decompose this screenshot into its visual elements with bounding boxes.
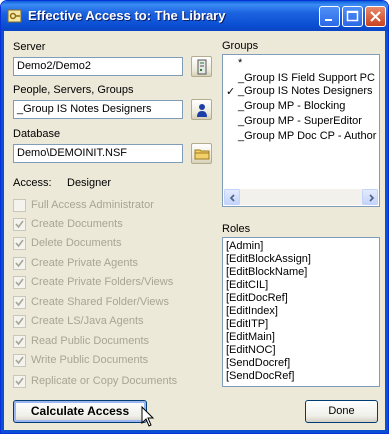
check-icon (15, 337, 24, 346)
roles-label: Roles (222, 223, 251, 235)
calculate-access-button[interactable]: Calculate Access (13, 400, 147, 423)
group-item[interactable]: _Group IS Field Support PC (238, 72, 375, 84)
check-icon (15, 377, 24, 386)
privilege-label: Create Private Folders/Views (31, 276, 174, 288)
maximize-icon (346, 10, 359, 22)
role-item[interactable]: [EditIndex] (226, 305, 278, 317)
folder-icon (194, 149, 210, 160)
privilege-label: Create Private Agents (31, 257, 139, 269)
role-item[interactable]: [EditBlockAssign] (226, 253, 311, 265)
checkbox-checked (13, 276, 26, 289)
maximize-button[interactable] (342, 6, 363, 27)
group-item[interactable]: _Group IS Notes Designers (238, 85, 373, 97)
privilege-label: Read Public Documents (31, 335, 150, 347)
effective-access-window: Effective Access to: The Library Server … (0, 0, 389, 434)
checkbox-checked (13, 218, 26, 231)
groups-label: Groups (222, 40, 259, 52)
checkbox-checked (13, 375, 26, 388)
window-title: Effective Access to: The Library (28, 8, 226, 23)
role-item[interactable]: [Admin] (226, 240, 263, 252)
database-label: Database (13, 128, 61, 140)
checkbox (13, 199, 26, 212)
close-icon (370, 11, 381, 22)
groups-listbox[interactable]: * _Group IS Field Support PC ✓ _Group IS… (222, 54, 380, 207)
person-icon (197, 104, 207, 117)
title-bar[interactable]: Effective Access to: The Library (1, 1, 388, 31)
chevron-left-icon (229, 194, 235, 202)
privilege-label: Create LS/Java Agents (31, 315, 144, 327)
group-checkmark-icon: ✓ (226, 86, 236, 98)
role-item[interactable]: [EditITP] (226, 318, 268, 330)
scroll-left-button[interactable] (224, 189, 240, 205)
checkbox-checked (13, 257, 26, 270)
check-icon (15, 317, 24, 326)
role-item[interactable]: [SendDocRef] (226, 370, 294, 382)
check-icon (15, 298, 24, 307)
roles-listbox[interactable]: [Admin] [EditBlockAssign] [EditBlockName… (222, 237, 380, 387)
minimize-button[interactable] (319, 6, 340, 27)
server-field[interactable]: Demo2/Demo2 (13, 57, 183, 76)
people-label: People, Servers, Groups (13, 84, 134, 96)
access-value: Designer (67, 177, 112, 189)
access-label: Access: (13, 177, 52, 189)
window-frame-left (1, 31, 4, 433)
minimize-icon (325, 19, 332, 21)
privilege-label: Full Access Administrator (31, 199, 154, 211)
done-button[interactable]: Done (305, 400, 378, 423)
privilege-label: Write Public Documents (31, 354, 149, 366)
privilege-label: Delete Documents (31, 237, 122, 249)
server-icon (197, 59, 207, 75)
checkbox-checked (13, 354, 26, 367)
people-field[interactable]: _Group IS Notes Designers (13, 100, 183, 119)
server-browse-button[interactable] (191, 56, 212, 77)
role-item[interactable]: [EditCIL] (226, 279, 268, 291)
checkbox-checked (13, 335, 26, 348)
checkbox-checked (13, 296, 26, 309)
close-button[interactable] (365, 6, 386, 27)
check-icon (15, 239, 24, 248)
window-frame-right (385, 31, 388, 433)
check-icon (15, 356, 24, 365)
role-item[interactable]: [EditMain] (226, 331, 275, 343)
checkbox-checked (13, 237, 26, 250)
server-label: Server (13, 41, 46, 53)
privilege-label: Create Shared Folder/Views (31, 296, 169, 308)
check-icon (15, 220, 24, 229)
window-frame-bottom (1, 430, 388, 433)
check-icon (15, 278, 24, 287)
privilege-label: Create Documents (31, 218, 123, 230)
check-icon (15, 259, 24, 268)
privilege-label: Replicate or Copy Documents (31, 375, 178, 387)
group-item[interactable]: _Group MP Doc CP - Author (238, 130, 376, 142)
role-item[interactable]: [EditDocRef] (226, 292, 288, 304)
group-item[interactable]: * (238, 57, 242, 69)
mouse-cursor-icon (141, 406, 155, 427)
groups-horizontal-scrollbar[interactable] (224, 189, 378, 205)
group-item[interactable]: _Group MP - SuperEditor (238, 115, 362, 127)
people-browse-button[interactable] (191, 99, 212, 120)
database-field[interactable]: Demo\DEMOINIT.NSF (13, 144, 183, 163)
role-item[interactable]: [EditBlockName] (226, 266, 307, 278)
scroll-right-button[interactable] (362, 189, 378, 205)
chevron-right-icon (369, 194, 375, 202)
database-browse-button[interactable] (191, 143, 212, 164)
role-item[interactable]: [EditNOC] (226, 344, 276, 356)
group-item[interactable]: _Group MP - Blocking (238, 100, 345, 112)
key-icon (7, 8, 23, 24)
checkbox-checked (13, 315, 26, 328)
role-item[interactable]: [SendDocref] (226, 357, 290, 369)
